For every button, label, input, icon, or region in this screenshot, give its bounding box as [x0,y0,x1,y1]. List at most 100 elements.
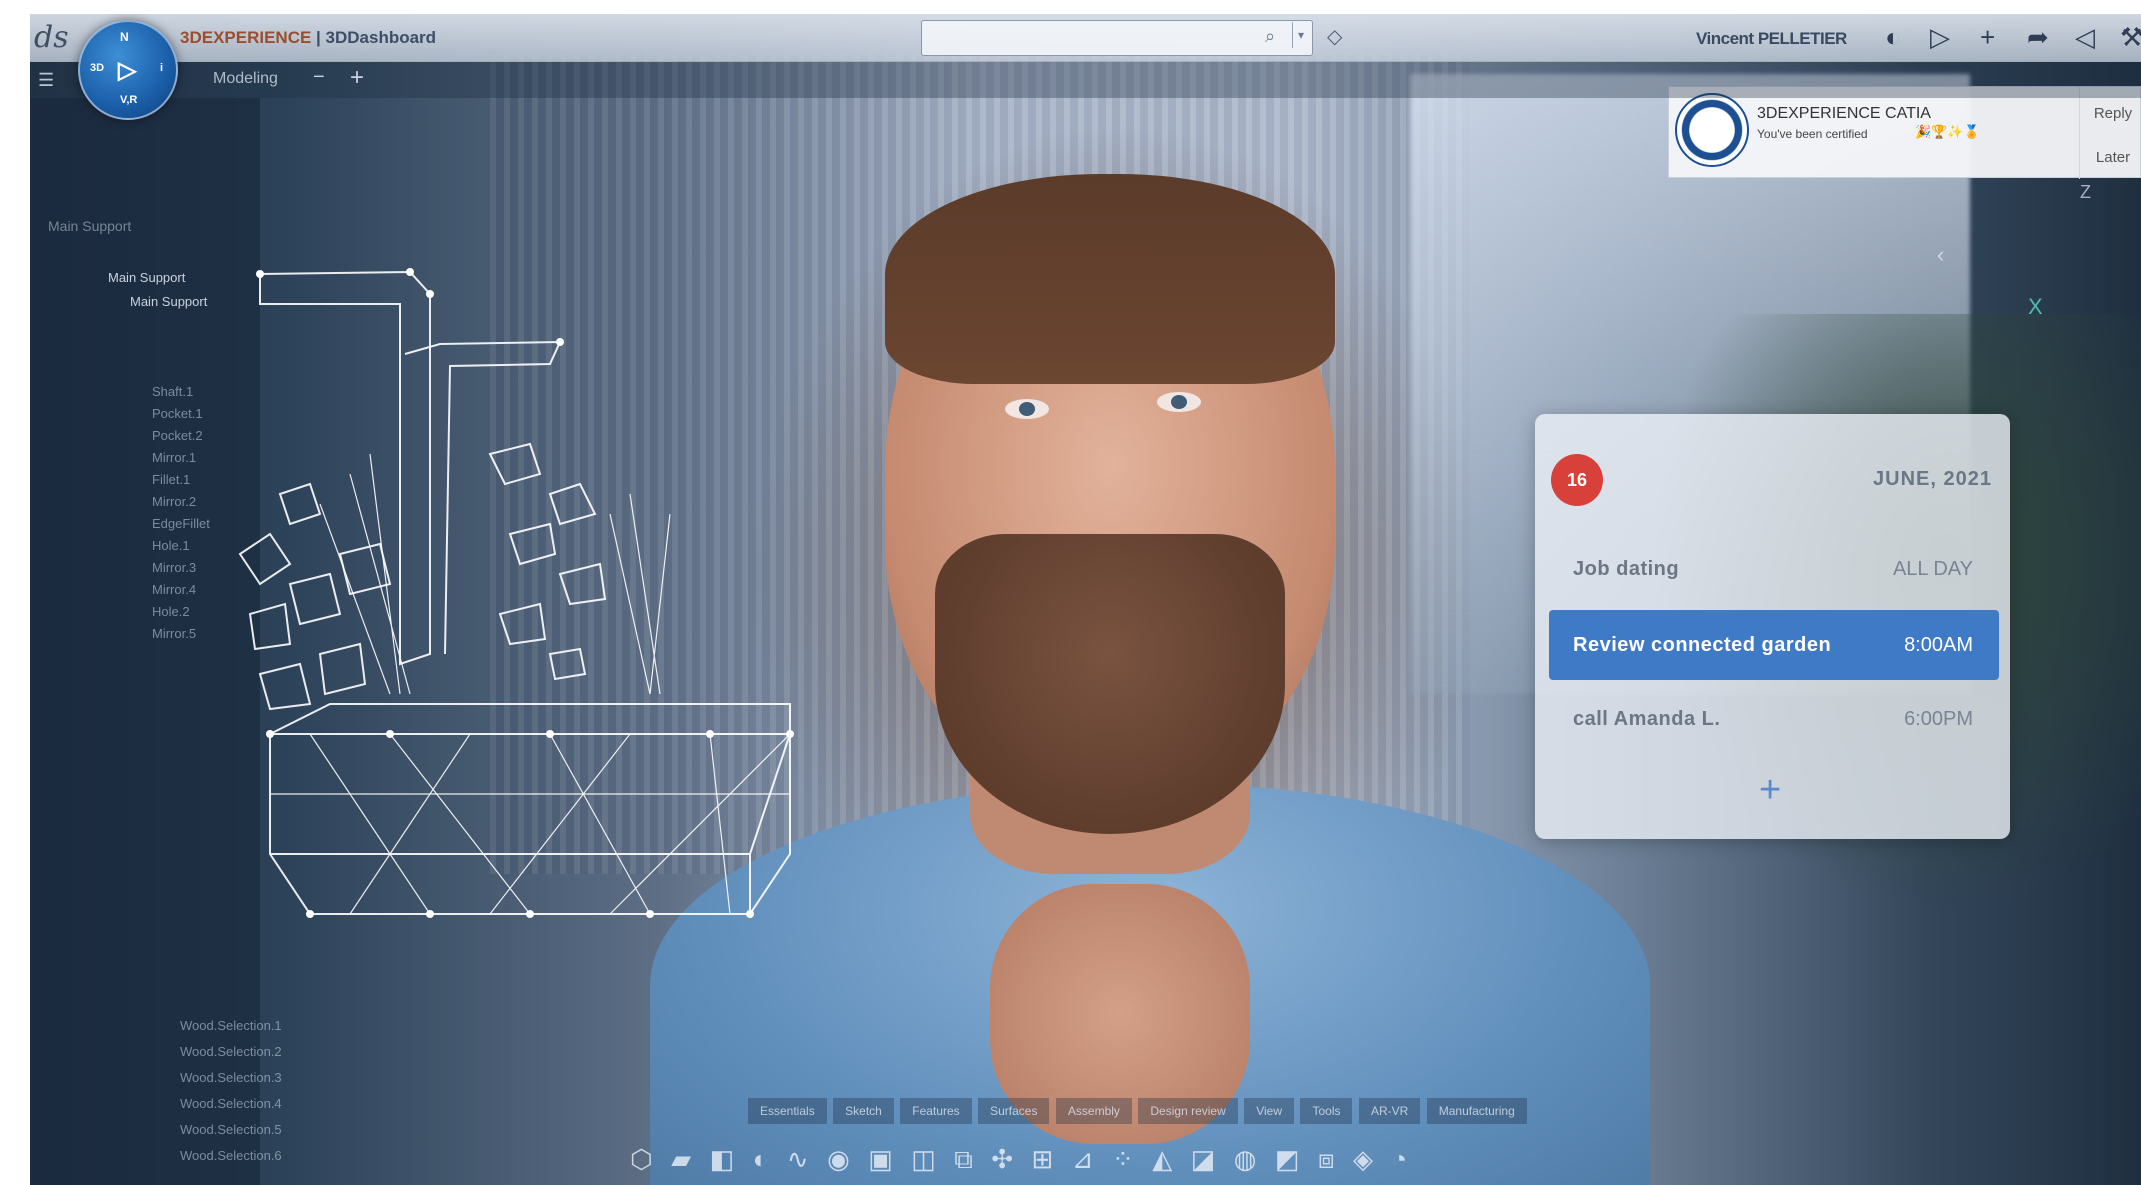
action-tab[interactable]: Sketch [833,1098,894,1124]
share-icon[interactable]: ▷ [1930,22,1950,53]
remove-tab-button[interactable]: − [313,66,325,89]
pad-icon[interactable]: ▰ [671,1144,691,1175]
ds-logo[interactable]: ds [34,20,69,55]
calendar-month: JUNE, 2021 [1873,468,1992,490]
tree-item[interactable]: Pocket.1 [152,406,203,421]
compass-north[interactable]: N [120,30,129,44]
pattern-icon[interactable]: ⁘ [1112,1144,1134,1175]
compass-info[interactable]: i [160,62,163,74]
later-button[interactable]: Later [2087,141,2139,175]
tab-bar: ☰ Modeling − + [30,62,2141,98]
pocket-icon[interactable]: ◧ [710,1144,735,1175]
tree-item[interactable]: Wood.Selection.5 [180,1122,282,1137]
add-icon[interactable]: + [1980,22,1995,53]
top-bar: ds 3DEXPERIENCE | 3DDashboard ⌕ ▾ ◇ Vinc… [30,14,2141,62]
add-event-button[interactable]: + [1759,769,1781,812]
tree-item[interactable]: Hole.1 [152,538,190,553]
tree-item[interactable]: Hole.2 [152,604,190,619]
tab-modeling[interactable]: Modeling [213,70,278,88]
export-icon[interactable]: ◔ [1391,1144,1407,1175]
tag-icon[interactable]: ◇ [1327,24,1342,49]
material-icon[interactable]: ◩ [1275,1144,1300,1175]
person-beard [935,534,1285,834]
calendar-event[interactable]: call Amanda L. 6:00PM [1549,684,1999,754]
render-icon[interactable]: ◍ [1234,1144,1257,1175]
calendar-event[interactable]: Job dating ALL DAY [1549,534,1999,604]
tree-item[interactable]: Wood.Selection.2 [180,1044,282,1059]
notification-emoji: 🎉🏆✨🏅 [1915,124,1980,139]
event-time: ALL DAY [1892,558,1973,580]
tree-item[interactable]: Shaft.1 [152,384,193,399]
hole-icon[interactable]: ◉ [827,1144,850,1175]
person-eye [1157,392,1201,412]
action-tab[interactable]: AR-VR [1358,1098,1421,1124]
compass-3d[interactable]: 3D [90,62,104,74]
action-tab[interactable]: Essentials [748,1098,827,1124]
action-bar-tabs: Essentials Sketch Features Surfaces Asse… [748,1098,1529,1128]
tools-icon[interactable]: ⚒ [2120,22,2141,53]
action-tab[interactable]: Features [900,1098,972,1124]
publish-icon[interactable]: ◈ [1353,1144,1373,1175]
measure-icon[interactable]: ⊿ [1072,1144,1094,1175]
add-tab-button[interactable]: + [350,64,364,92]
event-name: Review connected garden [1573,634,1832,656]
notification-message: You've been certified [1757,127,1868,141]
assembly-icon[interactable]: ⧉ [954,1144,973,1176]
chevron-down-icon[interactable]: ▾ [1292,22,1312,48]
tree-item[interactable]: Fillet.1 [152,472,190,487]
search-input[interactable] [921,20,1313,56]
tree-root[interactable]: Main Support [108,270,185,285]
action-bar-icons: ⬡ ▰ ◧ ◐ ∿ ◉ ▣ ◫ ⧉ ✣ ⊞ ⊿ ⁘ ◭ ◪ ◍ ◩ ⧈ ◈ ◔ [630,1144,1660,1180]
action-tab[interactable]: Surfaces [978,1098,1050,1124]
action-tab[interactable]: Design review [1138,1098,1238,1124]
tree-item[interactable]: Wood.Selection.4 [180,1096,282,1111]
part-icon[interactable]: ◫ [911,1144,936,1175]
search-icon[interactable]: ⌕ [1265,26,1275,47]
notification-card[interactable]: 3DEXPERIENCE CATIA You've been certified… [1668,86,2141,179]
certification-badge-icon [1675,93,1749,167]
forward-icon[interactable]: ➦ [2027,22,2049,53]
sweep-icon[interactable]: ∿ [787,1144,809,1175]
compare-icon[interactable]: ⧈ [1318,1144,1335,1176]
action-tab[interactable]: Manufacturing [1426,1098,1527,1124]
play-icon[interactable]: ▷ [118,56,136,85]
menu-icon[interactable]: ☰ [38,70,54,91]
tree-item[interactable]: Mirror.5 [152,626,196,641]
action-tab[interactable]: Assembly [1055,1098,1132,1124]
action-tab[interactable]: Tools [1300,1098,1353,1124]
tree-item[interactable]: Mirror.2 [152,494,196,509]
tree-item[interactable]: Pocket.2 [152,428,203,443]
tree-item[interactable]: EdgeFillet [152,516,210,531]
reply-button[interactable]: Reply [2087,97,2139,131]
shaft-icon[interactable]: ◐ [753,1144,769,1175]
user-name[interactable]: Vincent PELLETIER [1696,29,1847,49]
compass-widget[interactable]: N 3D ▷ i V,R [78,20,178,120]
calendar-widget[interactable]: 16 JUNE, 2021 Job dating ALL DAY Review … [1535,414,2010,839]
tree-item[interactable]: Mirror.4 [152,582,196,597]
tree-item[interactable]: Wood.Selection.3 [180,1070,282,1085]
compass-vr[interactable]: V,R [120,94,137,106]
tree-item[interactable]: Wood.Selection.6 [180,1148,282,1163]
screen: Main Support Main Support Main Support S… [30,14,2141,1185]
section-icon[interactable]: ◪ [1191,1144,1216,1175]
wireframe-planter-model[interactable] [230,254,850,944]
tree-child[interactable]: Main Support [130,294,207,309]
tree-item[interactable]: Mirror.3 [152,560,196,575]
action-tab[interactable]: View [1244,1098,1295,1124]
app-title-suffix: | 3DDashboard [311,28,437,47]
snap-icon[interactable]: ⊞ [1032,1144,1054,1175]
person-hair [885,174,1335,384]
chevron-left-icon[interactable]: ‹ [1937,242,1944,268]
event-name: call Amanda L. [1573,708,1721,730]
box-icon[interactable]: ▣ [868,1144,893,1175]
draft-icon[interactable]: ◭ [1152,1144,1172,1175]
calendar-day-badge: 16 [1551,454,1603,506]
cube-icon[interactable]: ⬡ [630,1144,653,1175]
tree-item[interactable]: Wood.Selection.1 [180,1018,282,1033]
explode-icon[interactable]: ✣ [991,1144,1013,1175]
tree-item[interactable]: Mirror.1 [152,450,196,465]
calendar-event-selected[interactable]: Review connected garden 8:00AM [1549,610,1999,680]
compass-globe-icon[interactable]: ◐ [1885,22,1901,53]
tree-breadcrumb: Main Support [48,218,132,234]
send-icon[interactable]: ◁ [2075,22,2095,53]
